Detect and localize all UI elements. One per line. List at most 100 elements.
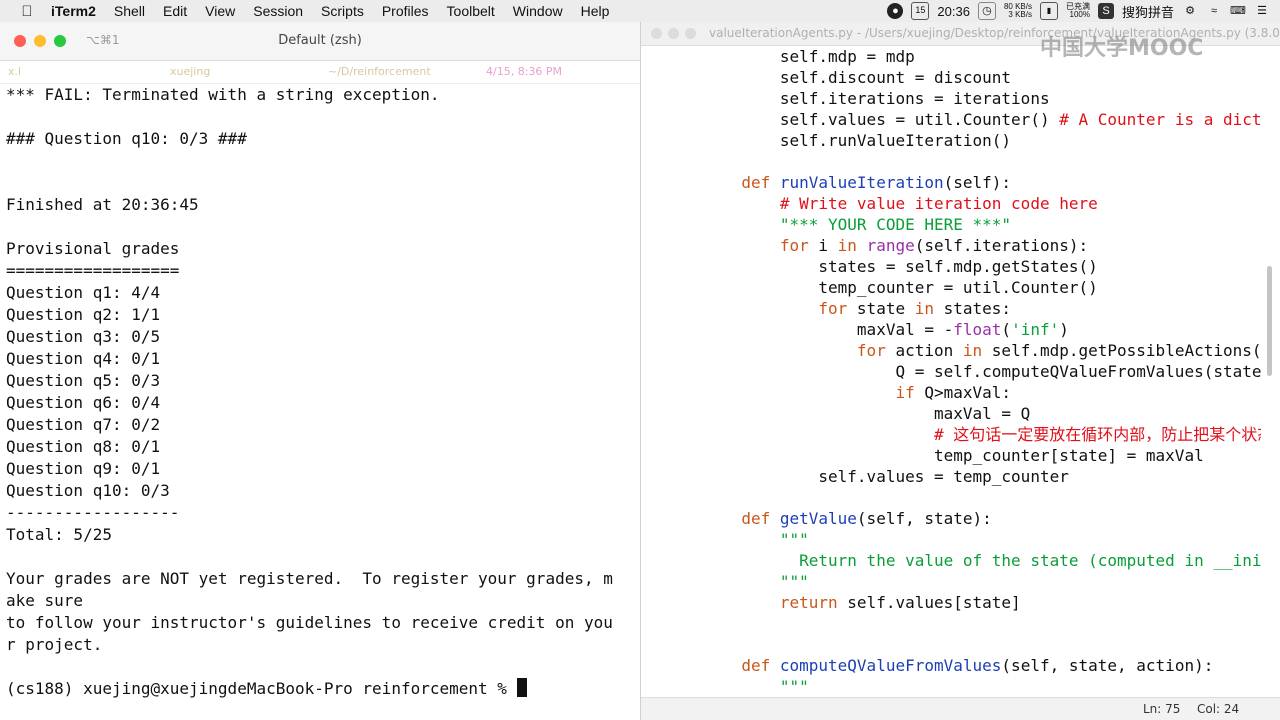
code-token: float (953, 320, 1002, 339)
terminal-line: Question q9: 0/1 (6, 459, 161, 478)
code-line: def runValueIteration(self): (641, 172, 1261, 193)
code-token: for (779, 236, 819, 255)
code-line: for state in states: (641, 298, 1261, 319)
terminal-line: r project. (6, 635, 103, 654)
line-number: Ln: 75 (1143, 702, 1181, 716)
sogou-icon[interactable]: S (1097, 3, 1114, 19)
scrollbar[interactable] (1267, 266, 1272, 376)
mooc-watermark: 中国大学MOOC (1040, 36, 1204, 61)
code-token: self.runValueIteration() (779, 131, 1012, 150)
code-token: self.values = util.Counter() (779, 110, 1060, 129)
code-token: self.mdp = mdp (779, 47, 915, 66)
terminal-titlebar: ⌥⌘1 Default (zsh) (0, 22, 640, 61)
status-host: x.l (8, 65, 22, 78)
code-line: Q = self.computeQValueFromValues(state ,… (641, 361, 1261, 382)
code-line: maxVal = Q (641, 403, 1261, 424)
menu-bar:  iTerm2 Shell Edit View Session Scripts… (0, 0, 1280, 23)
code-token: self.values[state] (847, 593, 1021, 612)
code-line: Return the value of the state (computed … (641, 550, 1261, 571)
code-token: in (962, 341, 992, 360)
input-method-label[interactable]: 搜狗拼音 (1122, 2, 1174, 21)
menu-item-shell[interactable]: Shell (105, 3, 154, 19)
code-token: ) (1059, 320, 1069, 339)
code-token: for (818, 299, 857, 318)
code-token: states = self.mdp.getStates() (818, 257, 1098, 276)
terminal-line: Your grades are NOT yet registered. To r… (6, 569, 613, 588)
code-token: temp_counter[state] = maxVal (933, 446, 1204, 465)
code-line: """ (641, 676, 1261, 696)
code-line: """ (641, 529, 1261, 550)
code-token: temp_counter = util.Counter() (818, 278, 1098, 297)
code-line: return self.values[state] (641, 592, 1261, 613)
code-token: action (895, 341, 963, 360)
terminal-line: ------------------ (6, 503, 180, 522)
code-token: in (837, 236, 867, 255)
code-line: self.discount = discount (641, 67, 1261, 88)
terminal-statusbar: x.l xuejing ~/D/reinforcement 4/15, 8:36… (0, 61, 640, 84)
code-line: # 这句话一定要放在循环内部，防止把某个状态的V (641, 424, 1261, 445)
code-line: for i in range(self.iterations): (641, 235, 1261, 256)
code-token: runValueIteration (779, 173, 944, 192)
code-token: (self): (943, 173, 1012, 192)
code-area[interactable]: self.mdp = mdp self.discount = discount … (641, 46, 1261, 696)
code-token: Q>maxVal: (924, 383, 1012, 402)
terminal-line: ================== (6, 261, 180, 280)
wifi-icon[interactable]: ≈ (1206, 3, 1222, 19)
code-line: temp_counter[state] = maxVal (641, 445, 1261, 466)
terminal-line: Question q7: 0/2 (6, 415, 161, 434)
battery-icon[interactable]: ▮ (1039, 2, 1058, 20)
code-token: maxVal = - (856, 320, 954, 339)
code-token: "*** YOUR CODE HERE ***" (779, 215, 1012, 234)
clock[interactable]: 20:36 (937, 4, 970, 19)
code-token: # 这句话一定要放在循环内部，防止把某个状态的V (933, 425, 1261, 444)
list-menu-icon[interactable]: ☰ (1254, 3, 1270, 19)
code-token: ( (1001, 320, 1012, 339)
menu-item-help[interactable]: Help (572, 3, 619, 19)
network-speed[interactable]: 80 KB/s 3 KB/s (1004, 3, 1032, 19)
editor-statusbar: Ln: 75 Col: 24 (641, 697, 1280, 720)
code-line: self.values = temp_counter (641, 466, 1261, 487)
menu-item-toolbelt[interactable]: Toolbelt (438, 3, 504, 19)
code-line: self.iterations = iterations (641, 88, 1261, 109)
terminal-line: ### Question q10: 0/3 ### (6, 129, 247, 148)
terminal-line: Finished at 20:36:45 (6, 195, 199, 214)
record-icon[interactable]: ● (887, 3, 904, 19)
code-line: def getValue(self, state): (641, 508, 1261, 529)
code-line: self.values = util.Counter() # A Counter… (641, 109, 1261, 130)
terminal-line: *** FAIL: Terminated with a string excep… (6, 85, 440, 104)
terminal-line: Question q5: 0/3 (6, 371, 161, 390)
code-line: "*** YOUR CODE HERE ***" (641, 214, 1261, 235)
menu-item-view[interactable]: View (196, 3, 244, 19)
battery-status[interactable]: 已充满 100% (1066, 3, 1090, 19)
terminal-line: Question q3: 0/5 (6, 327, 161, 346)
terminal-line: to follow your instructor's guidelines t… (6, 613, 613, 632)
apple-menu-icon[interactable]:  (12, 3, 42, 20)
code-token: self.discount = discount (779, 68, 1012, 87)
menu-item-scripts[interactable]: Scripts (312, 3, 373, 19)
terminal-line: Question q10: 0/3 (6, 481, 170, 500)
code-token: i (818, 236, 838, 255)
code-line: """ (641, 571, 1261, 592)
code-token: Return the value of the state (computed … (799, 551, 1261, 570)
code-token: state (856, 299, 915, 318)
code-token: (self, state, action): (1001, 656, 1214, 675)
terminal-output[interactable]: *** FAIL: Terminated with a string excep… (0, 84, 640, 700)
vpn-icon[interactable]: ⚙ (1182, 3, 1198, 19)
menu-item-edit[interactable]: Edit (154, 3, 196, 19)
menu-item-iterm2[interactable]: iTerm2 (42, 3, 105, 19)
status-dir: ~/D/reinforcement (328, 65, 431, 78)
calendar-icon[interactable]: 15 (911, 2, 930, 20)
code-token: range (866, 236, 915, 255)
menu-item-profiles[interactable]: Profiles (373, 3, 438, 19)
menu-item-session[interactable]: Session (244, 3, 312, 19)
code-line: states = self.mdp.getStates() (641, 256, 1261, 277)
code-line: # Write value iteration code here (641, 193, 1261, 214)
menu-item-window[interactable]: Window (504, 3, 572, 19)
code-line: if Q>maxVal: (641, 382, 1261, 403)
code-token: def (741, 173, 780, 192)
clock-icon[interactable]: ◷ (977, 2, 996, 20)
keyboard-icon[interactable]: ⌨ (1230, 3, 1246, 19)
